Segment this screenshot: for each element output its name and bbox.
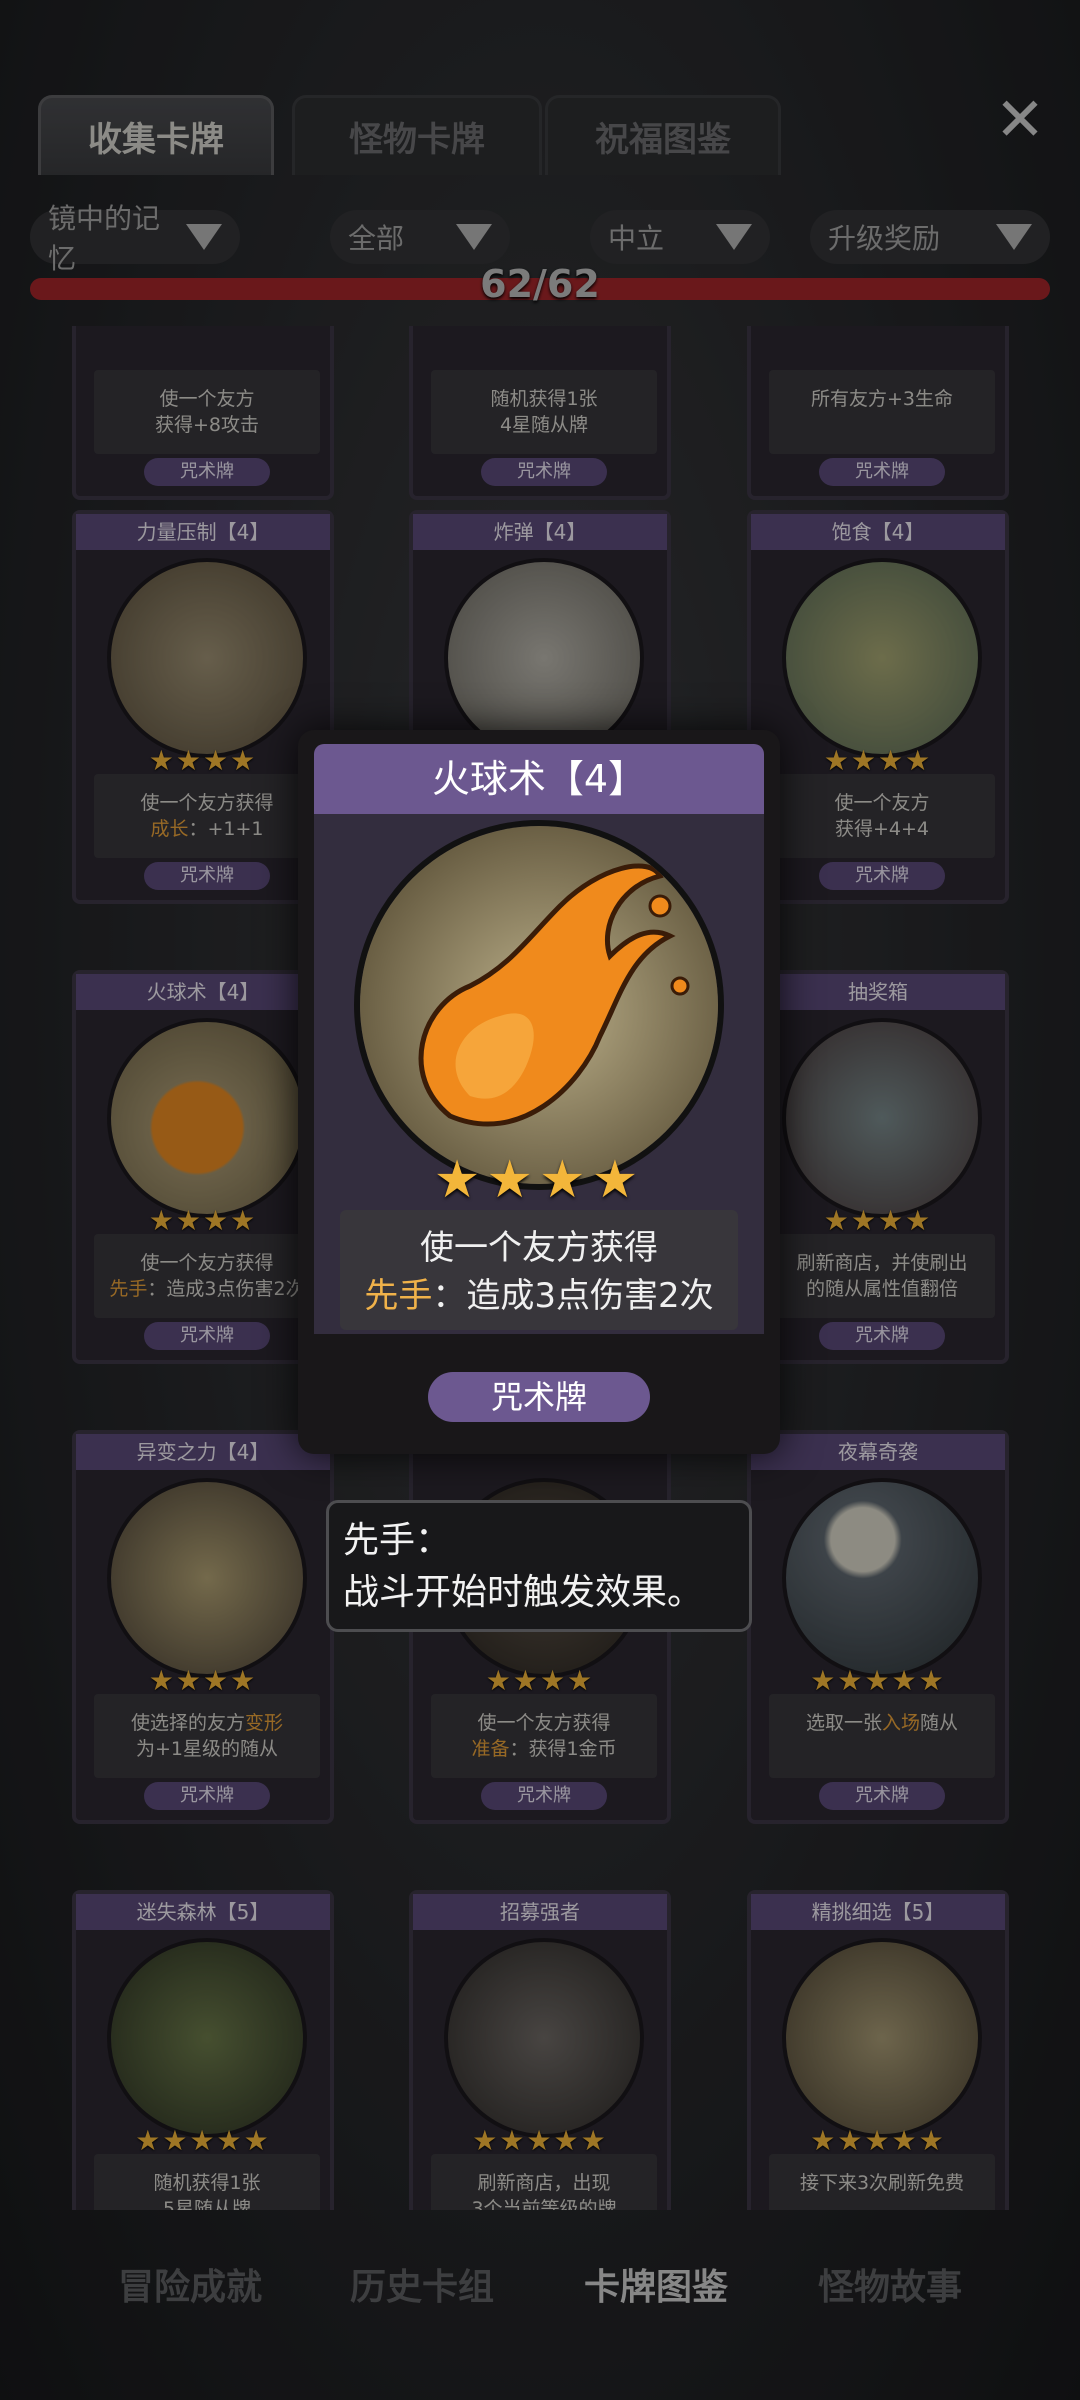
keyword-tooltip: 先手： 战斗开始时触发效果。: [326, 1500, 752, 1632]
card-desc: 选取一张入场随从: [769, 1694, 995, 1778]
tooltip-keyword: 先手：: [343, 1520, 452, 1561]
card-detail-popup[interactable]: 火球术【4】 ★★★★ 使一个友方获得 先手：造成3点伤害2次 咒术牌: [298, 730, 780, 1454]
card-type-badge: 咒术牌: [819, 1322, 945, 1350]
card-name: 力量压制【4】: [76, 514, 330, 550]
card-desc: 随机获得1张 5星随从牌: [94, 2154, 320, 2210]
card-art: [107, 1018, 307, 1218]
filter-funnel-icon: [716, 224, 752, 250]
card[interactable]: 力量压制【4】 ★★★★ 使一个友方获得 成长：+1+1 咒术牌: [72, 510, 334, 904]
card-type-badge: 咒术牌: [144, 862, 270, 890]
card-desc: 使一个友方获得 成长：+1+1: [94, 774, 320, 858]
card-desc: 使一个友方获得 准备：获得1金币: [431, 1694, 657, 1778]
card-stars: ★★★★★: [472, 2124, 608, 2157]
card-name: 招募强者: [413, 1894, 667, 1930]
card-desc: 接下来3次刷新免费: [769, 2154, 995, 2210]
card-name: 火球术【4】: [76, 974, 330, 1010]
popup-card-title: 火球术【4】: [314, 744, 764, 814]
tab-monster-cards[interactable]: 怪物卡牌: [292, 95, 542, 175]
card-name: 精挑细选【5】: [751, 1894, 1005, 1930]
filter-funnel-icon: [456, 224, 492, 250]
card-stars: ★★★★★: [810, 1664, 946, 1697]
card-type-badge: 咒术牌: [819, 458, 945, 486]
card-art: [782, 1478, 982, 1678]
card[interactable]: 招募强者 ★★★★★ 刷新商店，出现 3个当前等级的牌: [409, 1890, 671, 2210]
tooltip-text: 战斗开始时触发效果。: [343, 1572, 704, 1613]
card-art: [107, 1478, 307, 1678]
card[interactable]: 火球术【4】 ★★★★ 使一个友方获得 先手：造成3点伤害2次 咒术牌: [72, 970, 334, 1364]
card-desc: 所有友方+3生命: [769, 370, 995, 454]
card-desc: 使一个友方获得 先手：造成3点伤害2次: [94, 1234, 320, 1318]
card[interactable]: 异变之力【4】 ★★★★ 使选择的友方变形 为+1星级的随从 咒术牌: [72, 1430, 334, 1824]
card[interactable]: 随机获得1张 4星随从牌 咒术牌: [409, 326, 671, 500]
card-stars: ★★★★: [148, 744, 258, 777]
close-x-icon[interactable]: ✕: [988, 88, 1052, 152]
popup-card-desc: 使一个友方获得 先手：造成3点伤害2次: [340, 1210, 738, 1330]
card-desc: 刷新商店，出现 3个当前等级的牌: [431, 2154, 657, 2210]
card-stars: ★★★★: [823, 1204, 933, 1237]
card-stars: ★★★★★: [135, 2124, 271, 2157]
card-art: [782, 1018, 982, 1218]
card-art: [107, 558, 307, 758]
nav-monster-stories[interactable]: 怪物故事: [780, 2258, 1000, 2310]
card[interactable]: 饱食【4】 ★★★★ 使一个友方 获得+4+4 咒术牌: [747, 510, 1009, 904]
card[interactable]: 夜幕奇袭 ★★★★★ 选取一张入场随从 咒术牌: [747, 1430, 1009, 1824]
tab-collect-cards[interactable]: 收集卡牌: [38, 95, 274, 175]
card-stars: ★★★★: [148, 1664, 258, 1697]
filter-neutral[interactable]: 中立: [590, 210, 770, 264]
card-desc: 随机获得1张 4星随从牌: [431, 370, 657, 454]
tab-label: 怪物卡牌: [349, 120, 485, 160]
filter-upgrade-reward[interactable]: 升级奖励: [810, 210, 1050, 264]
filter-memory-mirror[interactable]: 镜中的记忆: [30, 202, 240, 275]
filter-all[interactable]: 全部: [330, 210, 510, 264]
card-name: 异变之力【4】: [76, 1434, 330, 1470]
fireball-art: [354, 820, 724, 1190]
filter-funnel-icon: [186, 224, 222, 250]
card-name: 炸弹【4】: [413, 514, 667, 550]
card-name: 抽奖箱: [751, 974, 1005, 1010]
card-desc: 使一个友方 获得+4+4: [769, 774, 995, 858]
card-name: 夜幕奇袭: [751, 1434, 1005, 1470]
card[interactable]: 使一个友方 获得+8攻击 咒术牌: [72, 326, 334, 500]
nav-card-codex[interactable]: 卡牌图鉴: [546, 2258, 766, 2310]
filter-label: 全部: [348, 222, 405, 255]
bottom-nav: 冒险成就 历史卡组 卡牌图鉴 怪物故事: [0, 2218, 1080, 2338]
card[interactable]: 迷失森林【5】 ★★★★★ 随机获得1张 5星随从牌: [72, 1890, 334, 2210]
popup-card-stars: ★★★★: [433, 1150, 645, 1210]
nav-history-decks[interactable]: 历史卡组: [312, 2258, 532, 2310]
filter-label: 升级奖励: [828, 222, 941, 255]
card-art: [107, 1938, 307, 2138]
filter-label: 中立: [608, 222, 665, 255]
card-stars: ★★★★: [823, 744, 933, 777]
card-type-badge: 咒术牌: [144, 1322, 270, 1350]
card-name: 迷失森林【5】: [76, 1894, 330, 1930]
card-desc: 使选择的友方变形 为+1星级的随从: [94, 1694, 320, 1778]
card-art: [782, 1938, 982, 2138]
card-type-badge: 咒术牌: [144, 458, 270, 486]
card-stars: ★★★★★: [810, 2124, 946, 2157]
card-type-badge: 咒术牌: [819, 1782, 945, 1810]
filter-funnel-icon: [996, 224, 1032, 250]
card[interactable]: 精挑细选【5】 ★★★★★ 接下来3次刷新免费: [747, 1890, 1009, 2210]
card-type-badge: 咒术牌: [481, 458, 607, 486]
card-art: [782, 558, 982, 758]
tab-label: 祝福图鉴: [595, 120, 731, 160]
card-type-badge: 咒术牌: [144, 1782, 270, 1810]
card-art: [444, 558, 644, 758]
card-name: 饱食【4】: [751, 514, 1005, 550]
collection-progress-text: 62/62: [480, 262, 600, 306]
card-desc: 使一个友方 获得+8攻击: [94, 370, 320, 454]
card[interactable]: 所有友方+3生命 咒术牌: [747, 326, 1009, 500]
card[interactable]: 抽奖箱 ★★★★ 刷新商店，并使刷出 的随从属性值翻倍 咒术牌: [747, 970, 1009, 1364]
popup-card-type-badge: 咒术牌: [428, 1372, 650, 1422]
card-desc: 刷新商店，并使刷出 的随从属性值翻倍: [769, 1234, 995, 1318]
tab-label: 收集卡牌: [88, 120, 224, 160]
card-stars: ★★★★: [148, 1204, 258, 1237]
tab-blessing-codex[interactable]: 祝福图鉴: [545, 95, 781, 175]
card-type-badge: 咒术牌: [481, 1782, 607, 1810]
card-stars: ★★★★: [485, 1664, 595, 1697]
card-type-badge: 咒术牌: [819, 862, 945, 890]
card-art: [444, 1938, 644, 2138]
nav-adventure-achievements[interactable]: 冒险成就: [80, 2258, 300, 2310]
